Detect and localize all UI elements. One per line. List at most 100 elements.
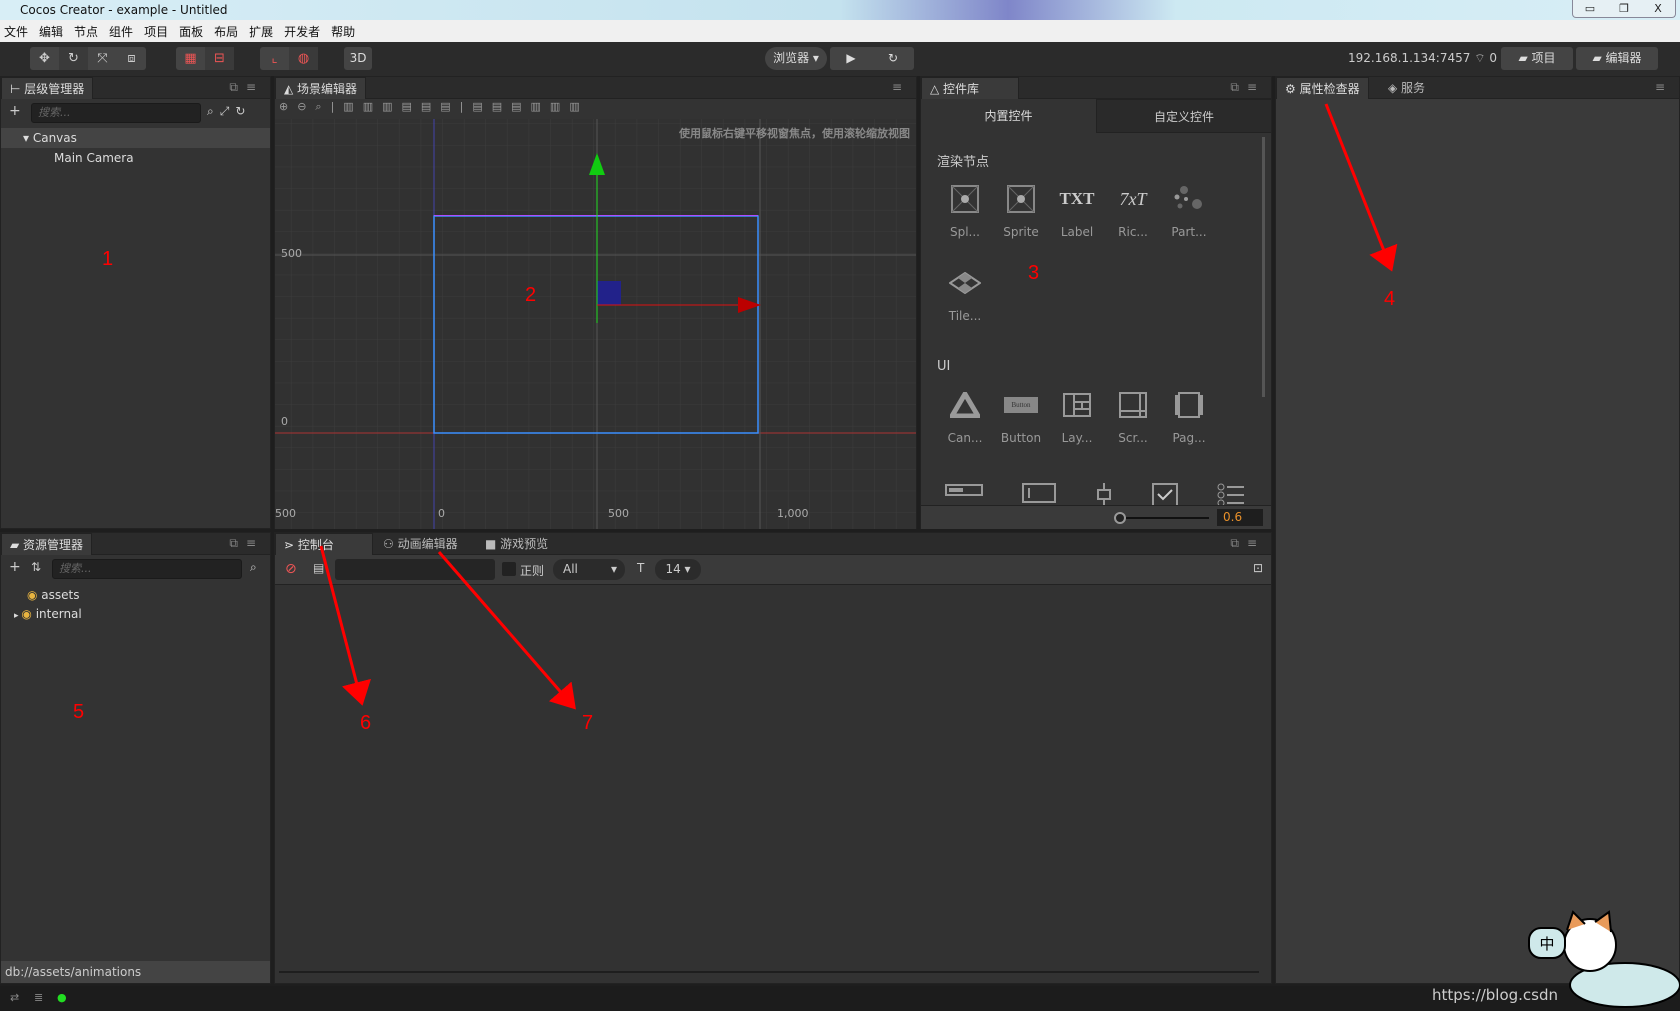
browser-select[interactable]: 浏览器 ▾ [765, 47, 827, 70]
horizontal-scrollbar[interactable] [279, 971, 1259, 973]
ip-address: 192.168.1.134:7457 [1348, 51, 1471, 65]
open-project-label: 项目 [1531, 51, 1556, 65]
play-icon[interactable]: ▶ [830, 47, 872, 70]
asset-item-assets[interactable]: ◉ assets [1, 585, 270, 605]
component-sprite-splash[interactable]: Spl... [937, 181, 993, 239]
add-asset-icon[interactable]: + [9, 559, 21, 575]
component-button[interactable]: Button Button [993, 387, 1049, 445]
asset-item-internal[interactable]: ▸ ◉ internal [1, 604, 270, 624]
menu-file[interactable]: 文件 [4, 23, 28, 40]
panel-menu-icon[interactable]: ⧉≡ [229, 80, 264, 95]
slider-icon[interactable] [1095, 483, 1113, 505]
folder-icon: ▰ [1592, 51, 1606, 65]
pivot-icon[interactable]: ▦ [176, 47, 205, 70]
font-size-select[interactable]: 14 ▾ [655, 559, 701, 580]
menu-developer[interactable]: 开发者 [284, 23, 320, 40]
menu-layout[interactable]: 布局 [214, 23, 238, 40]
tab-scene[interactable]: ◭ 场景编辑器 [275, 77, 367, 99]
scale-slider[interactable] [1119, 517, 1209, 519]
hierarchy-search-input[interactable]: 搜索... [31, 103, 201, 123]
clear-icon[interactable]: ⊘ [285, 561, 297, 577]
menu-component[interactable]: 组件 [109, 23, 133, 40]
search-icon[interactable]: ⌕ [250, 560, 257, 575]
gizmo-center [597, 281, 621, 305]
scene-viewport[interactable] [275, 119, 916, 529]
menu-extension[interactable]: 扩展 [249, 23, 273, 40]
editbox-icon[interactable] [1022, 483, 1056, 503]
assets-search-input[interactable]: 搜索... [52, 559, 242, 579]
panel-menu-icon[interactable]: ≡ [1655, 80, 1673, 94]
scale-value-input[interactable]: 0.6 [1217, 509, 1263, 526]
hierarchy-panel: ⊢ 层级管理器 ⧉≡ + 搜索... ⌕⤢↻ ▾ Canvas Main Came… [0, 76, 271, 529]
tab-animation-editor[interactable]: ⚇ 动画编辑器 [375, 533, 466, 555]
close-button[interactable]: X [1641, 0, 1675, 17]
regex-checkbox[interactable] [502, 562, 516, 576]
tab-assets[interactable]: ▰ 资源管理器 [1, 533, 93, 555]
section-ui: UI [937, 359, 951, 374]
collapse-icon[interactable]: ⊡ [1253, 561, 1263, 575]
global-coord-icon[interactable]: ◍ [289, 47, 318, 70]
tab-label: 资源管理器 [23, 538, 84, 552]
restore-button[interactable]: ❐ [1607, 0, 1641, 17]
open-editor-button[interactable]: ▰ 编辑器 [1576, 47, 1658, 70]
component-canvas[interactable]: Can... [937, 387, 993, 445]
move-tool-icon[interactable]: ✥ [30, 47, 59, 70]
component-particle[interactable]: Part... [1161, 181, 1217, 239]
component-label[interactable]: TXT Label [1049, 181, 1105, 239]
menu-edit[interactable]: 编辑 [39, 23, 63, 40]
component-layout[interactable]: Lay... [1049, 387, 1105, 445]
subtab-custom[interactable]: 自定义控件 [1096, 99, 1272, 133]
component-label: Scr... [1118, 431, 1148, 445]
open-log-icon[interactable]: ▤ [313, 561, 324, 575]
panel-menu-icon[interactable]: ⧉≡ [1230, 536, 1265, 551]
console-toolbar: ⊘ ▤ 正则 All ▾ T 14 ▾ ⊡ [275, 555, 1271, 585]
subtab-builtin[interactable]: 内置控件 [921, 99, 1096, 133]
component-richtext[interactable]: 7xT Ric... [1105, 181, 1161, 240]
scrollbar[interactable] [1262, 137, 1265, 397]
minimize-button[interactable]: ▭ [1573, 0, 1607, 17]
panel-menu-icon[interactable]: ⧉≡ [229, 536, 264, 551]
tab-services[interactable]: ◈ 服务 [1380, 77, 1433, 99]
rect-tool-icon[interactable]: ⧈ [117, 47, 146, 70]
3d-toggle-button[interactable]: 3D [344, 47, 372, 70]
progressbar-icon[interactable] [945, 483, 983, 497]
panel-menu-icon[interactable]: ≡ [892, 80, 910, 94]
sync-icon[interactable]: ⇄ [10, 991, 19, 1004]
tree-node-main-camera[interactable]: Main Camera [1, 148, 270, 168]
tab-game-preview[interactable]: ■ 游戏预览 [477, 533, 556, 555]
hierarchy-search-tools[interactable]: ⌕⤢↻ [207, 104, 251, 119]
menu-project[interactable]: 项目 [144, 23, 168, 40]
database-icon[interactable]: ≣ [34, 991, 43, 1004]
toggle-container-icon[interactable] [1217, 483, 1245, 505]
tab-hierarchy[interactable]: ⊢ 层级管理器 [1, 77, 94, 99]
toolbar: ✥ ↻ ⤧ ⧈ ▦ ⊟ ⌞ ◍ 3D 浏览器 ▾ ▶ ↻ 192.168.1.134:745… [0, 42, 1680, 76]
tab-console[interactable]: ⋗ 控制台 [275, 533, 373, 555]
open-project-button[interactable]: ▰ 项目 [1501, 47, 1573, 70]
menu-node[interactable]: 节点 [74, 23, 98, 40]
tab-inspector[interactable]: ⚙ 属性检查器 [1276, 77, 1369, 99]
add-node-icon[interactable]: + [9, 103, 21, 119]
tab-components[interactable]: △ 控件库 [921, 77, 1019, 99]
rotate-tool-icon[interactable]: ↻ [59, 47, 88, 70]
align-toolbar[interactable]: ⊕⊖⌕|▥▥▥▤▤▤|▤▤▤▥▥▥ [279, 100, 589, 118]
center-icon[interactable]: ⊟ [205, 47, 234, 70]
gear-icon: ⚙ [1285, 82, 1300, 96]
particle-icon [1174, 186, 1202, 209]
component-pageview[interactable]: Pag... [1161, 387, 1217, 445]
scale-slider-handle[interactable] [1114, 512, 1126, 524]
scale-tool-icon[interactable]: ⤧ [88, 47, 117, 70]
log-level-select[interactable]: All ▾ [553, 559, 625, 580]
console-filter-input[interactable] [335, 559, 495, 580]
sort-icon[interactable]: ⇅ [31, 560, 41, 574]
refresh-icon[interactable]: ↻ [872, 47, 914, 70]
panel-menu-icon[interactable]: ⧉≡ [1230, 80, 1265, 95]
menu-help[interactable]: 帮助 [331, 23, 355, 40]
toggle-icon[interactable] [1152, 483, 1178, 505]
component-tiledmap[interactable]: Tile... [937, 265, 993, 323]
status-ok-icon: ● [57, 991, 67, 1004]
component-sprite[interactable]: Sprite [993, 181, 1049, 239]
local-coord-icon[interactable]: ⌞ [260, 47, 289, 70]
component-scrollview[interactable]: Scr... [1105, 387, 1161, 445]
menu-panel[interactable]: 面板 [179, 23, 203, 40]
tree-node-canvas[interactable]: ▾ Canvas [1, 128, 270, 148]
